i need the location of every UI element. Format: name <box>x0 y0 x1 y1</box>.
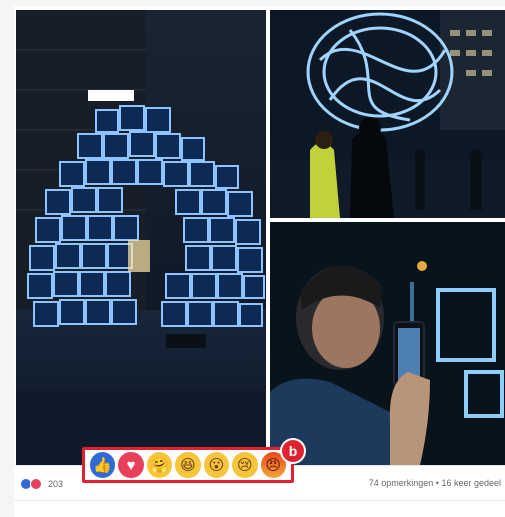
reaction-count: 203 <box>48 479 64 489</box>
wow-reaction-icon[interactable]: 😮 <box>203 452 230 478</box>
phone-photographer-image <box>270 222 505 465</box>
post-actions-row <box>14 500 505 517</box>
sad-reaction-icon[interactable]: 😢 <box>232 452 258 478</box>
light-cubes-image <box>16 10 266 465</box>
haha-reaction-icon[interactable]: 😆 <box>175 452 201 478</box>
care-reaction-icon[interactable]: 🤗 <box>146 452 173 478</box>
love-mini-icon <box>30 478 42 490</box>
like-reaction-icon[interactable]: 👍 <box>90 452 116 478</box>
facebook-post-card: 203 74 opmerkingen • 16 keer gedeel 👍 ♥ … <box>14 6 505 517</box>
love-reaction-icon[interactable]: ♥ <box>118 452 144 478</box>
redacted-label <box>88 90 134 101</box>
angry-reaction-icon[interactable]: 😠 <box>260 452 286 478</box>
callout-badge: b <box>282 440 304 462</box>
comments-shares-link[interactable]: 74 opmerkingen • 16 keer gedeel <box>369 478 501 488</box>
reaction-picker: 👍 ♥ 🤗 😆 😮 😢 😠 <box>82 447 294 483</box>
light-cubes-photo[interactable] <box>16 10 266 465</box>
light-orb-photo[interactable] <box>270 10 505 218</box>
light-orb-image <box>270 10 505 218</box>
reaction-summary[interactable]: 203 <box>20 477 63 491</box>
phone-photographer-photo[interactable] <box>270 222 505 465</box>
